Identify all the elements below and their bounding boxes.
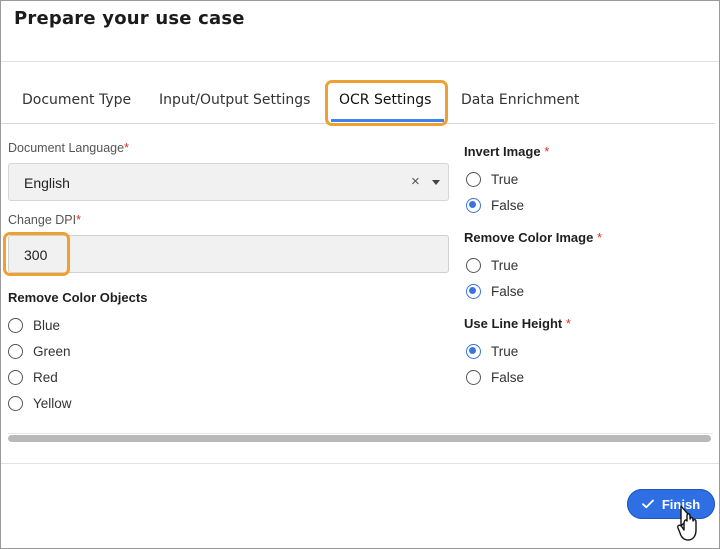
radio-label: False [491, 283, 525, 299]
remove-color-image-label: Remove Color Image * [464, 230, 603, 245]
radio-circle-selected[interactable] [466, 283, 481, 299]
document-language-select[interactable]: English × [8, 163, 449, 201]
dialog-title: Prepare your use case [14, 8, 245, 29]
tab-highlight-box [325, 80, 448, 126]
radio-blue[interactable]: Blue [8, 315, 60, 335]
invert-image-true[interactable]: True [466, 169, 518, 189]
radio-label: Red [33, 369, 58, 385]
tab-input-output-settings[interactable]: Input/Output Settings [159, 80, 310, 123]
invert-image-false[interactable]: False [466, 195, 524, 215]
radio-label: False [491, 197, 525, 213]
radio-circle[interactable] [466, 369, 481, 385]
radio-label: Green [33, 343, 71, 359]
change-dpi-input[interactable]: 300 [8, 235, 449, 273]
radio-label: Yellow [33, 395, 72, 411]
use-line-height-true[interactable]: True [466, 341, 518, 361]
check-icon [641, 499, 654, 509]
radio-label: True [491, 257, 519, 273]
radio-yellow[interactable]: Yellow [8, 393, 72, 413]
radio-circle[interactable] [466, 257, 481, 273]
remove-color-image-false[interactable]: False [466, 281, 524, 301]
radio-label: Blue [33, 317, 61, 333]
radio-circle[interactable] [8, 317, 23, 333]
radio-circle[interactable] [8, 343, 23, 359]
radio-circle-selected[interactable] [466, 197, 481, 213]
mouse-pointer-icon [677, 505, 697, 541]
change-dpi-label: Change DPI* [8, 213, 81, 227]
remove-color-image-true[interactable]: True [466, 255, 518, 275]
radio-label: True [491, 171, 519, 187]
footer-divider [1, 463, 719, 464]
header-divider [1, 61, 719, 62]
invert-image-label: Invert Image * [464, 144, 550, 159]
remove-color-objects-label: Remove Color Objects [8, 290, 148, 305]
radio-red[interactable]: Red [8, 367, 58, 387]
use-line-height-label: Use Line Height * [464, 316, 571, 331]
document-language-label: Document Language* [8, 141, 129, 155]
radio-label: False [491, 369, 525, 385]
dpi-highlight-box [3, 232, 70, 276]
radio-circle[interactable] [8, 395, 23, 411]
horizontal-scrollbar-thumb[interactable] [8, 435, 711, 442]
radio-circle[interactable] [466, 171, 481, 187]
radio-green[interactable]: Green [8, 341, 71, 361]
radio-circle-selected[interactable] [466, 343, 481, 359]
chevron-down-icon[interactable] [432, 180, 440, 185]
use-line-height-false[interactable]: False [466, 367, 524, 387]
radio-label: True [491, 343, 519, 359]
radio-circle[interactable] [8, 369, 23, 385]
tab-document-type[interactable]: Document Type [22, 80, 131, 123]
clear-icon[interactable]: × [411, 173, 420, 190]
dialog: Prepare your use case Document Type Inpu… [0, 0, 720, 549]
tab-data-enrichment[interactable]: Data Enrichment [461, 80, 579, 123]
document-language-value: English [24, 175, 70, 191]
